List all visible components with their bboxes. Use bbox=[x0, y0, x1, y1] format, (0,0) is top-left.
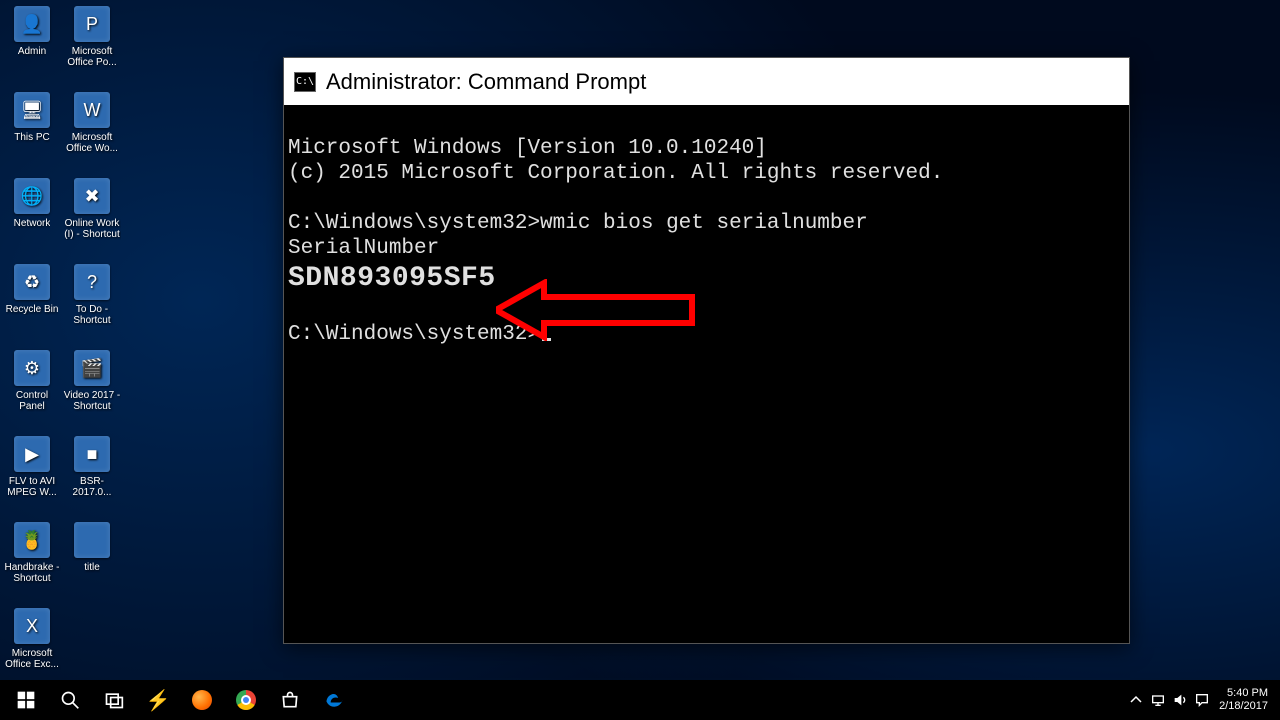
word-icon: W bbox=[74, 92, 110, 128]
cmd-prompt: C:\Windows\system32> bbox=[288, 212, 540, 235]
desktop-icon-label: Handbrake - Shortcut bbox=[3, 562, 61, 584]
cmd-icon: C:\ bbox=[294, 72, 316, 92]
desktop-icon-admin[interactable]: 👤 Admin bbox=[2, 6, 62, 92]
taskbar-app-store[interactable] bbox=[268, 680, 312, 720]
admin-icon: 👤 bbox=[14, 6, 50, 42]
desktop-icon-label: Online Work (I) - Shortcut bbox=[63, 218, 121, 240]
red-arrow-annotation-icon bbox=[496, 279, 696, 341]
desktop-background[interactable]: 👤 Admin P Microsoft Office Po... 🖥 This PC W Mi… bbox=[0, 0, 1280, 720]
window-title: Administrator: Command Prompt bbox=[326, 69, 646, 95]
desktop-icon-handbrake[interactable]: 🍍 Handbrake - Shortcut bbox=[2, 522, 62, 608]
desktop-icon-label: Admin bbox=[18, 46, 46, 57]
flv-icon: ▶ bbox=[14, 436, 50, 472]
desktop-icon-thispc[interactable]: 🖥 This PC bbox=[2, 92, 62, 178]
desktop-icon-label: To Do - Shortcut bbox=[63, 304, 121, 326]
tray-overflow-icon[interactable] bbox=[1125, 680, 1147, 720]
excel-icon: X bbox=[14, 608, 50, 644]
thispc-icon: 🖥 bbox=[14, 92, 50, 128]
cmd-output-header: SerialNumber bbox=[288, 237, 439, 260]
taskbar-app-chrome[interactable] bbox=[224, 680, 268, 720]
cmd-version-line: Microsoft Windows [Version 10.0.10240] bbox=[288, 137, 767, 160]
desktop-icon-onlinework[interactable]: ✖ Online Work (I) - Shortcut bbox=[62, 178, 122, 264]
tray-volume-icon[interactable] bbox=[1169, 680, 1191, 720]
network-icon: 🌐 bbox=[14, 178, 50, 214]
desktop-icon-ppt[interactable]: P Microsoft Office Po... bbox=[62, 6, 122, 92]
cmd-serial-number: SDN893095SF5 bbox=[288, 259, 496, 298]
desktop-icons-grid: 👤 Admin P Microsoft Office Po... 🖥 This PC W Mi… bbox=[2, 6, 122, 694]
todo-icon: ? bbox=[74, 264, 110, 300]
taskbar-app-winamp[interactable]: ⚡ bbox=[136, 680, 180, 720]
cmd-copyright-line: (c) 2015 Microsoft Corporation. All righ… bbox=[288, 162, 943, 185]
recyclebin-icon: ♻ bbox=[14, 264, 50, 300]
desktop-icon-label: Recycle Bin bbox=[6, 304, 59, 315]
tray-network-icon[interactable] bbox=[1147, 680, 1169, 720]
bsr-icon: ■ bbox=[74, 436, 110, 472]
tray-action-center-icon[interactable] bbox=[1191, 680, 1213, 720]
terminal-body[interactable]: Microsoft Windows [Version 10.0.10240] (… bbox=[284, 105, 1129, 428]
window-titlebar[interactable]: C:\ Administrator: Command Prompt bbox=[284, 58, 1129, 105]
desktop-icon-label: Microsoft Office Po... bbox=[63, 46, 121, 68]
desktop-icon-flv[interactable]: ▶ FLV to AVI MPEG W... bbox=[2, 436, 62, 522]
desktop-icon-cpanel[interactable]: ⚙ Control Panel bbox=[2, 350, 62, 436]
cmd-command: wmic bios get serialnumber bbox=[540, 212, 868, 235]
start-button[interactable] bbox=[4, 680, 48, 720]
taskbar: ⚡ bbox=[0, 680, 1280, 720]
taskbar-app-edge[interactable] bbox=[312, 680, 356, 720]
desktop-icon-label: Control Panel bbox=[3, 390, 61, 412]
desktop-icon-bsr[interactable]: ■ BSR-2017.0... bbox=[62, 436, 122, 522]
tray-date: 2/18/2017 bbox=[1219, 700, 1268, 713]
desktop-icon-video2017[interactable]: 🎬 Video 2017 - Shortcut bbox=[62, 350, 122, 436]
desktop-icon-label: Microsoft Office Wo... bbox=[63, 132, 121, 154]
desktop-icon-label: Network bbox=[14, 218, 51, 229]
desktop-icon-label: title bbox=[84, 562, 100, 573]
desktop-icon-label: FLV to AVI MPEG W... bbox=[3, 476, 61, 498]
desktop-icon-recyclebin[interactable]: ♻ Recycle Bin bbox=[2, 264, 62, 350]
task-view-button[interactable] bbox=[92, 680, 136, 720]
desktop-icon-word[interactable]: W Microsoft Office Wo... bbox=[62, 92, 122, 178]
desktop-icon-label: BSR-2017.0... bbox=[63, 476, 121, 498]
desktop-icon-label: This PC bbox=[14, 132, 50, 143]
video2017-icon: 🎬 bbox=[74, 350, 110, 386]
command-prompt-window[interactable]: C:\ Administrator: Command Prompt Micros… bbox=[283, 57, 1130, 644]
tray-time: 5:40 PM bbox=[1227, 687, 1268, 700]
system-tray: 5:40 PM 2/18/2017 bbox=[1125, 680, 1280, 720]
title-icon bbox=[74, 522, 110, 558]
desktop-icon-todo[interactable]: ? To Do - Shortcut bbox=[62, 264, 122, 350]
desktop-icon-network[interactable]: 🌐 Network bbox=[2, 178, 62, 264]
desktop-icon-title[interactable]: title bbox=[62, 522, 122, 608]
desktop-icon-label: Video 2017 - Shortcut bbox=[63, 390, 121, 412]
ppt-icon: P bbox=[74, 6, 110, 42]
handbrake-icon: 🍍 bbox=[14, 522, 50, 558]
onlinework-icon: ✖ bbox=[74, 178, 110, 214]
taskbar-app-firefox[interactable] bbox=[180, 680, 224, 720]
search-button[interactable] bbox=[48, 680, 92, 720]
desktop-icon-label: Microsoft Office Exc... bbox=[3, 648, 61, 670]
tray-clock[interactable]: 5:40 PM 2/18/2017 bbox=[1213, 687, 1274, 713]
cpanel-icon: ⚙ bbox=[14, 350, 50, 386]
